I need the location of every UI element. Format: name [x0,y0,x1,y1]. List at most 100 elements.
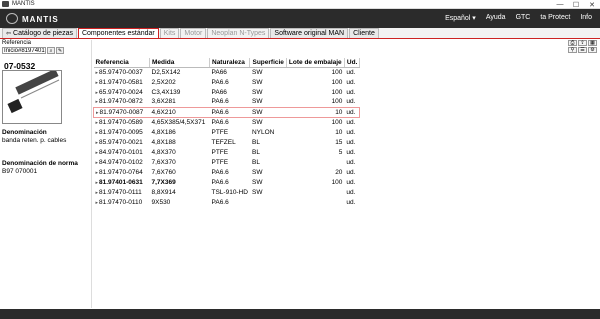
row-toggle-icon[interactable]: ▸ [96,130,99,136]
row-toggle-icon[interactable]: ▸ [96,160,99,166]
nav-protect[interactable]: ta Protect [540,14,570,22]
cell-naturaleza: TEFZEL [211,138,236,146]
cell-ud: ud. [346,88,356,96]
cell-superficie: SW [251,68,263,76]
list-view-icon[interactable]: ☰ [578,47,587,53]
reference-text: 81.97470-0581 [99,78,143,86]
row-toggle-icon[interactable]: ▸ [96,200,99,206]
row-toggle-icon[interactable]: ▸ [96,90,99,96]
cell-medida: 4,65X385/4,5X371 [151,118,206,126]
table-row[interactable]: ▸81.97470-0872 3,6X281 PA6.6 SW 100 ud. [94,97,360,107]
cell-ud: ud. [346,128,356,136]
toolbar: ⎙ ⇪ ▦ ⚲ ☰ ⚙ [568,40,598,53]
tab-motor[interactable]: Motor [180,28,207,38]
table-header: Referencia Medida Naturaleza Superficie … [93,58,361,68]
cell-superficie: SW [249,106,287,118]
tab-neoplan[interactable]: Neoplan N-Types [207,28,270,38]
tab-kits[interactable]: Kits [159,28,180,38]
row-toggle-icon[interactable]: ▸ [96,99,99,105]
settings-icon[interactable]: ⚙ [588,47,597,53]
table-row[interactable]: ▸81.97470-0095 4,8X186 PTFE NYLON 10 ud. [94,127,360,137]
table-row[interactable]: ▸81.97470-0581 2,5X202 PA6.6 SW 100 ud. [94,77,360,87]
row-toggle-icon[interactable]: ▸ [96,180,99,186]
row-toggle-icon[interactable]: ▸ [96,150,99,156]
col-naturaleza[interactable]: Naturaleza [209,58,251,68]
nav-gtc[interactable]: GTC [516,14,531,22]
nav-ayuda[interactable]: Ayuda [486,14,506,22]
table-row[interactable]: ▸84.97470-0102 7,6X370 PTFE BL ud. [94,157,360,167]
row-toggle-icon[interactable]: ▸ [96,140,99,146]
cell-lote: 15 [335,138,343,146]
cell-superficie: SW [251,178,263,186]
cell-ud: ud. [344,106,361,118]
table-row[interactable]: ▸81.97470-0764 7,6X760 PA6.6 SW 20 ud. [94,167,360,177]
export-icon[interactable]: ⇪ [578,40,587,46]
cell-medida: 3,6X281 [151,98,176,106]
cell-naturaleza: PTFE [211,158,229,166]
tab-software-original[interactable]: Software original MAN [270,28,349,38]
row-toggle-icon[interactable]: ▸ [96,170,99,176]
cell-naturaleza: PTFE [211,128,229,136]
print-icon[interactable]: ⎙ [568,40,577,46]
close-icon[interactable]: ✕ [584,0,600,9]
col-superficie[interactable]: Superficie [249,58,287,68]
col-referencia[interactable]: Referencia [93,58,150,68]
tab-catalogo-piezas[interactable]: ⇦ Catálogo de piezas [2,28,77,38]
col-ud[interactable]: Ud. [344,58,361,68]
language-menu[interactable]: Español ▾ [445,14,476,22]
components-list: ⎙ ⇪ ▦ ⚲ ☰ ⚙ Referencia Medida Naturaleza… [93,40,600,308]
table-row[interactable]: ▸81.97470-0087 4,6X210 PA6.6 SW 10 ud. [93,106,361,118]
table-row[interactable]: ▸81.97470-0111 8,8X914 TSL-910-HD SW ud. [94,187,360,197]
maximize-icon[interactable]: ☐ [568,0,584,9]
table-row[interactable]: ▸85.97470-0037 D2,5X142 PA66 SW 100 ud. [94,67,360,77]
cell-referencia: ▸81.97470-0095 [94,127,150,137]
reference-text: 81.97470-0087 [99,108,144,116]
table-row[interactable]: ▸65.97470-0024 C3,4X139 PA66 SW 100 ud. [94,87,360,97]
row-toggle-icon[interactable]: ▸ [96,70,99,76]
nav-info[interactable]: Info [580,14,592,22]
history-button[interactable]: ⌕ [47,47,55,54]
col-lote-embalaje[interactable]: Lote de embalaje [286,58,345,68]
denominacion-label: Denominación [2,129,47,136]
col-medida[interactable]: Medida [149,58,210,68]
cell-naturaleza: PA6.6 [211,78,229,86]
cell-naturaleza: PA6.6 [211,168,229,176]
row-toggle-icon[interactable]: ▸ [96,190,99,196]
cell-ud: ud. [346,68,356,76]
filter-icon[interactable]: ⚲ [568,47,577,53]
cell-ud: ud. [346,118,356,126]
table-row[interactable]: ▸81.97470-0110 9X530 PA6.6 ud. [94,197,360,207]
grid-view-icon[interactable]: ▦ [588,40,597,46]
table-row[interactable]: ▸85.97470-0021 4,8X188 TEFZEL BL 15 ud. [94,137,360,147]
reference-input[interactable] [2,47,46,54]
cell-lote: 20 [335,168,343,176]
cell-superficie: BL [251,138,260,146]
reference-text: 85.97470-0021 [99,138,143,146]
reference-label: Referencia [2,40,32,46]
reference-text: 84.97470-0102 [99,158,143,166]
cell-medida: 7,6X760 [151,168,176,176]
reference-text: 84.97470-0101 [99,148,143,156]
cell-referencia: ▸81.97470-0581 [94,77,150,87]
reference-row: ⌕ ✎ [2,47,64,54]
cell-referencia: ▸85.97470-0021 [94,137,150,147]
table-row[interactable]: ▸81.97470-0589 4,65X385/4,5X371 PA6.6 SW 100… [94,117,360,127]
cell-medida: 4,6X210 [149,106,210,118]
table-row[interactable]: ▸81.97401-0631 7,7X369 PA6.6 SW 100 ud. [94,177,360,187]
tab-cliente[interactable]: Cliente [349,28,379,38]
cell-superficie [250,197,286,207]
cell-medida: 7,6X370 [151,158,176,166]
row-toggle-icon[interactable]: ▸ [96,80,99,86]
cell-lote [286,197,344,207]
table-row[interactable]: ▸84.97470-0101 4,8X370 PTFE BL 5 ud. [94,147,360,157]
minimize-icon[interactable]: — [552,0,568,9]
cell-ud: ud. [346,148,356,156]
row-toggle-icon[interactable]: ▸ [96,110,99,116]
clear-button[interactable]: ✎ [56,47,64,54]
cell-referencia: ▸81.97401-0631 [94,177,150,187]
row-toggle-icon[interactable]: ▸ [96,120,99,126]
tab-bar: ⇦ Catálogo de piezas Componentes estándar… [0,28,600,39]
back-icon: ⇦ [6,31,12,37]
tab-componentes-estandar[interactable]: Componentes estándar [77,28,159,38]
cell-lote [286,187,344,197]
